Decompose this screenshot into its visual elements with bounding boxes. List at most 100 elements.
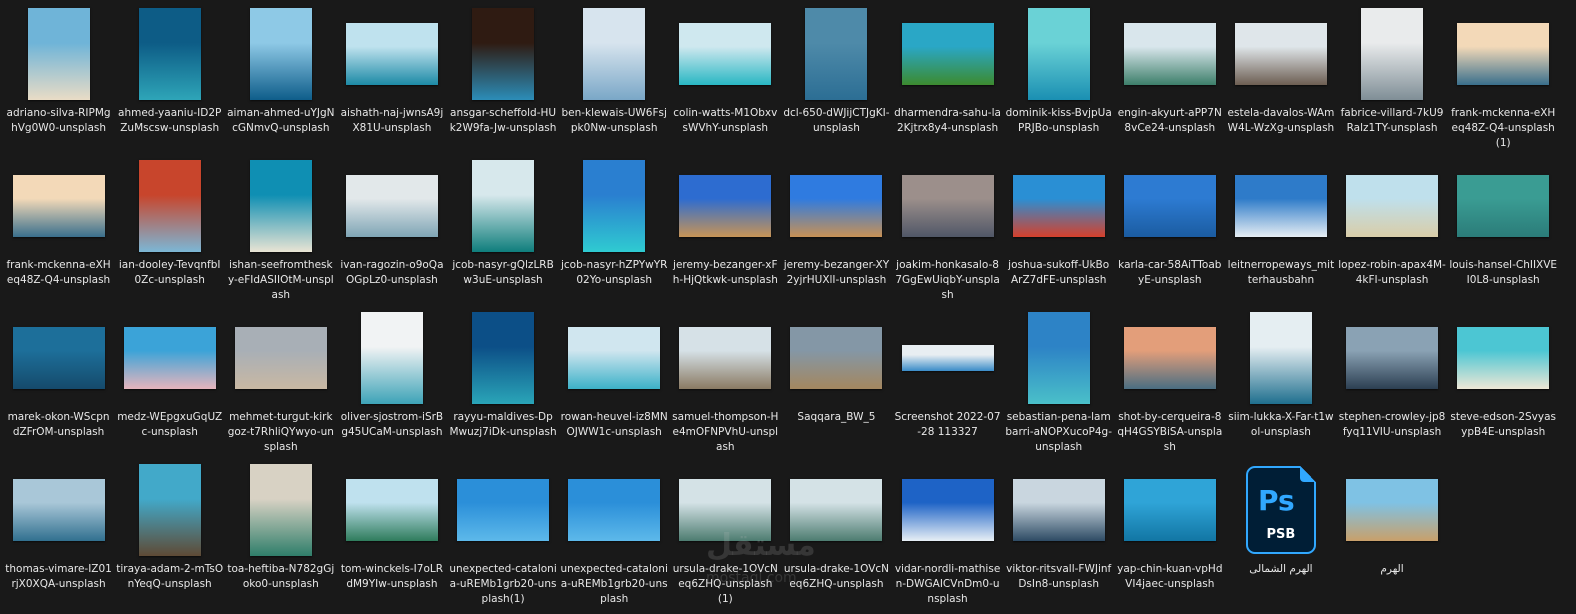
file-item[interactable]: siim-lukka-X-Far-t1wol-unsplash bbox=[1225, 308, 1336, 460]
file-item[interactable]: thomas-vimare-IZ01rjX0XQA-unsplash bbox=[3, 460, 114, 612]
image-thumbnail bbox=[472, 160, 535, 252]
file-item[interactable]: karla-car-58AiTToabyE-unsplash bbox=[1114, 156, 1225, 308]
file-item[interactable]: frank-mckenna-eXHeq48Z-Q4-unsplash(1) bbox=[1448, 4, 1559, 156]
file-name-label: ursula-drake-1OVcNeq6ZHQ-unsplash(1) bbox=[672, 563, 778, 605]
image-thumbnail bbox=[1012, 479, 1105, 541]
file-name-label: ben-klewais-UW6Fsjpk0Nw-unsplash bbox=[561, 107, 667, 134]
file-item[interactable]: jcob-nasyr-gQlzLRBw3uE-unsplash bbox=[448, 156, 559, 308]
file-item[interactable]: ursula-drake-1OVcNeq6ZHQ-unsplash bbox=[781, 460, 892, 612]
file-item[interactable]: louis-hansel-ChIIXVEI0L8-unsplash bbox=[1448, 156, 1559, 308]
thumbnail-frame bbox=[898, 308, 998, 408]
thumbnail-frame bbox=[786, 156, 886, 256]
image-thumbnail bbox=[1346, 175, 1439, 237]
image-thumbnail bbox=[901, 345, 994, 371]
file-item[interactable]: leitnerropeways_mitterhausbahn bbox=[1225, 156, 1336, 308]
file-item[interactable]: viktor-ritsvall-FWJinfDsIn8-unsplash bbox=[1003, 460, 1114, 612]
thumbnail-frame bbox=[342, 4, 442, 104]
file-item[interactable]: lopez-robin-apax4M-4kFI-unsplash bbox=[1337, 156, 1448, 308]
file-name-label: tom-winckels-I7oLRdM9YIw-unsplash bbox=[340, 563, 444, 590]
thumbnail-frame bbox=[453, 156, 553, 256]
file-name-label: viktor-ritsvall-FWJinfDsIn8-unsplash bbox=[1006, 563, 1112, 590]
file-item[interactable]: aishath-naj-jwnsA9jX81U-unsplash bbox=[336, 4, 447, 156]
file-item[interactable]: rowan-heuvel-iz8MNOJWW1c-unsplash bbox=[559, 308, 670, 460]
image-thumbnail bbox=[138, 8, 201, 100]
image-thumbnail bbox=[679, 479, 772, 541]
file-item[interactable]: jcob-nasyr-hZPYwYR02Yo-unsplash bbox=[559, 156, 670, 308]
thumbnail-frame bbox=[9, 460, 109, 560]
image-thumbnail bbox=[27, 8, 90, 100]
file-item[interactable]: unexpected-catalonia-uREMb1grb20-unsplas… bbox=[559, 460, 670, 612]
file-name-label: Screenshot 2022-07-28 113327 bbox=[894, 411, 1001, 438]
file-item[interactable]: unexpected-catalonia-uREMb1grb20-unsplas… bbox=[448, 460, 559, 612]
thumbnail-frame bbox=[1342, 156, 1442, 256]
file-name-label: karla-car-58AiTToabyE-unsplash bbox=[1118, 259, 1222, 286]
file-item[interactable]: joshua-sukoff-UkBoArZ7dFE-unsplash bbox=[1003, 156, 1114, 308]
thumbnail-frame bbox=[342, 308, 442, 408]
file-name-label: medz-WEpgxuGqUZc-unsplash bbox=[117, 411, 223, 438]
file-item[interactable]: joakim-honkasalo-87GgEwUiqbY-unsplash bbox=[892, 156, 1003, 308]
file-name-label: marek-okon-WScpndZFrOM-unsplash bbox=[7, 411, 110, 438]
thumbnail-frame bbox=[564, 4, 664, 104]
image-thumbnail bbox=[1234, 23, 1327, 85]
thumbnail-frame bbox=[9, 156, 109, 256]
file-item[interactable]: frank-mckenna-eXHeq48Z-Q4-unsplash bbox=[3, 156, 114, 308]
file-item[interactable]: yap-chin-kuan-vpHdVI4jaec-unsplash bbox=[1114, 460, 1225, 612]
file-item[interactable]: medz-WEpgxuGqUZc-unsplash bbox=[114, 308, 225, 460]
image-thumbnail bbox=[1457, 23, 1550, 85]
thumbnail-frame bbox=[1342, 4, 1442, 104]
thumbnail-frame bbox=[1231, 4, 1331, 104]
file-item[interactable]: tom-winckels-I7oLRdM9YIw-unsplash bbox=[336, 460, 447, 612]
file-item[interactable]: toa-heftiba-N782gGjoko0-unsplash bbox=[225, 460, 336, 612]
file-item[interactable]: engin-akyurt-aPP7N8vCe24-unsplash bbox=[1114, 4, 1225, 156]
file-item[interactable]: Screenshot 2022-07-28 113327 bbox=[892, 308, 1003, 460]
file-item[interactable]: jeremy-bezanger-xFh-HjQtkwk-unsplash bbox=[670, 156, 781, 308]
image-thumbnail bbox=[12, 175, 105, 237]
file-item[interactable]: steve-edson-2SvyasypB4E-unsplash bbox=[1448, 308, 1559, 460]
file-item[interactable]: dharmendra-sahu-la2Kjtrx8y4-unsplash bbox=[892, 4, 1003, 156]
file-item[interactable]: aiman-ahmed-uYJgNcGNmvQ-unsplash bbox=[225, 4, 336, 156]
file-item[interactable]: ursula-drake-1OVcNeq6ZHQ-unsplash(1) bbox=[670, 460, 781, 612]
image-thumbnail bbox=[901, 175, 994, 237]
thumbnail-frame bbox=[1342, 460, 1442, 560]
file-item[interactable]: ben-klewais-UW6Fsjpk0Nw-unsplash bbox=[559, 4, 670, 156]
thumbnail-frame bbox=[1231, 156, 1331, 256]
file-item[interactable]: fabrice-villard-7kU9Ralz1TY-unsplash bbox=[1337, 4, 1448, 156]
file-item[interactable]: dominik-kiss-BvjpUaPRJBo-unsplash bbox=[1003, 4, 1114, 156]
image-thumbnail bbox=[249, 8, 312, 100]
file-item[interactable]: adriano-silva-RIPMghVg0W0-unsplash bbox=[3, 4, 114, 156]
file-item[interactable]: estela-davalos-WAmW4L-WzXg-unsplash bbox=[1225, 4, 1336, 156]
file-item[interactable]: tiraya-adam-2-mTsOnYeqQ-unsplash bbox=[114, 460, 225, 612]
image-thumbnail bbox=[790, 479, 883, 541]
file-name-label: fabrice-villard-7kU9Ralz1TY-unsplash bbox=[1340, 107, 1444, 134]
file-item[interactable]: ivan-ragozin-o9oQaOGpLz0-unsplash bbox=[336, 156, 447, 308]
file-item[interactable]: dcl-650-dWJijCTJgKI-unsplash bbox=[781, 4, 892, 156]
file-item[interactable]: ansgar-scheffold-HUk2W9fa-Jw-unsplash bbox=[448, 4, 559, 156]
file-item[interactable]: ian-dooley-TevqnfbI0Zc-unsplash bbox=[114, 156, 225, 308]
thumbnail-frame bbox=[9, 4, 109, 104]
thumbnail-frame bbox=[1120, 156, 1220, 256]
image-thumbnail bbox=[679, 175, 772, 237]
file-item[interactable]: jeremy-bezanger-XY2yjrHUXlI-unsplash bbox=[781, 156, 892, 308]
file-item[interactable]: vidar-nordli-mathisen-DWGAICVnDm0-unspla… bbox=[892, 460, 1003, 612]
file-name-label: aishath-naj-jwnsA9jX81U-unsplash bbox=[340, 107, 444, 134]
file-item[interactable]: mehmet-turgut-kirkgoz-t7RhliQYwyo-unspla… bbox=[225, 308, 336, 460]
thumbnail-frame bbox=[898, 460, 998, 560]
thumbnail-frame bbox=[453, 308, 553, 408]
thumbnail-frame bbox=[1453, 308, 1553, 408]
file-item[interactable]: الهرم bbox=[1337, 460, 1448, 612]
file-item[interactable]: ishan-seefromthesky-eFIdASIIOtM-unsplash bbox=[225, 156, 336, 308]
file-item[interactable]: colin-watts-M1ObxvsWVhY-unsplash bbox=[670, 4, 781, 156]
image-thumbnail bbox=[12, 327, 105, 389]
file-item[interactable]: ahmed-yaaniu-ID2PZuMscsw-unsplash bbox=[114, 4, 225, 156]
file-item[interactable]: samuel-thompson-He4mOFNPVhU-unsplash bbox=[670, 308, 781, 460]
file-item[interactable]: marek-okon-WScpndZFrOM-unsplash bbox=[3, 308, 114, 460]
file-item[interactable]: oliver-sjostrom-iSrBg45UCaM-unsplash bbox=[336, 308, 447, 460]
ps-logo-text: Ps bbox=[1257, 484, 1295, 517]
file-item[interactable]: sebastian-pena-lambarri-aNOPXucoP4g-unsp… bbox=[1003, 308, 1114, 460]
file-item[interactable]: stephen-crowley-jp8fyq11VIU-unsplash bbox=[1337, 308, 1448, 460]
file-item[interactable]: Ps PSB الهرم الشمالى bbox=[1225, 460, 1336, 612]
image-thumbnail bbox=[1123, 327, 1216, 389]
file-item[interactable]: shot-by-cerqueira-8qH4GSYBiSA-unsplash bbox=[1114, 308, 1225, 460]
file-item[interactable]: rayyu-maldives-DpMwuzj7iDk-unsplash bbox=[448, 308, 559, 460]
file-item[interactable]: Saqqara_BW_5 bbox=[781, 308, 892, 460]
